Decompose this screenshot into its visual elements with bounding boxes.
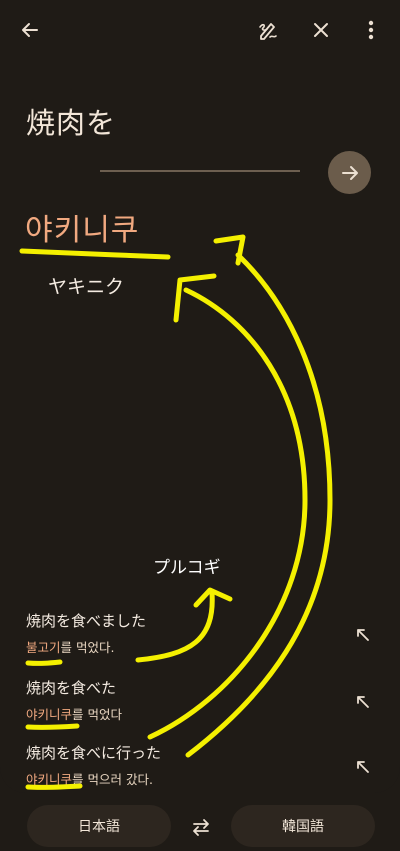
translate-go-button[interactable] bbox=[328, 151, 371, 194]
source-text[interactable]: 焼肉を bbox=[26, 100, 116, 142]
example-source: 焼肉を食べに行った bbox=[26, 744, 162, 762]
example-rest: 를 먹었다. bbox=[60, 640, 115, 655]
handwriting-button[interactable] bbox=[252, 14, 284, 46]
expand-icon bbox=[357, 761, 369, 773]
example-rest: 를 먹으러 갔다. bbox=[72, 772, 153, 787]
example-translation: 야키니쿠를 먹으러 갔다. bbox=[26, 769, 153, 788]
example-highlight: 불고기 bbox=[26, 640, 61, 655]
target-language-button[interactable]: 韓国語 bbox=[231, 805, 375, 847]
example-translation: 야키니쿠를 먹었다 bbox=[26, 704, 122, 723]
example-highlight: 야키니쿠 bbox=[26, 707, 73, 722]
example-rest: 를 먹었다 bbox=[72, 707, 122, 722]
translation-card: 焼肉を 야키니쿠 ヤキニク プルコギ 焼肉を食べました 불고기를 먹었다. 焼肉… bbox=[0, 0, 400, 793]
handwriting-icon bbox=[259, 23, 277, 40]
swap-languages-button[interactable] bbox=[186, 812, 216, 842]
handwritten-note: プルコギ bbox=[153, 558, 221, 578]
more-options-button[interactable] bbox=[355, 14, 387, 46]
arrow-left-icon bbox=[22, 23, 38, 37]
example-highlight: 야키니쿠 bbox=[26, 772, 73, 787]
example-translation: 불고기를 먹었다. bbox=[26, 637, 114, 656]
example-source: 焼肉を食べた bbox=[26, 679, 117, 697]
close-icon bbox=[314, 23, 328, 37]
use-example-button[interactable] bbox=[350, 622, 376, 648]
translate-screen: 焼肉を 야키니쿠 ヤキニク プルコギ 焼肉を食べました 불고기를 먹었다. 焼肉… bbox=[0, 0, 400, 851]
more-vert-icon bbox=[368, 20, 374, 40]
list-item[interactable]: 焼肉を食べに行った 야키니쿠를 먹으러 갔다. bbox=[26, 742, 376, 796]
list-item[interactable]: 焼肉を食べました 불고기를 먹었다. bbox=[26, 610, 376, 664]
divider bbox=[100, 170, 300, 172]
use-example-button[interactable] bbox=[350, 689, 376, 715]
source-language-button[interactable]: 日本語 bbox=[27, 805, 171, 847]
romanization-text: ヤキニク bbox=[48, 276, 125, 298]
expand-icon bbox=[357, 696, 369, 708]
expand-icon bbox=[357, 629, 369, 641]
back-button[interactable] bbox=[14, 14, 46, 46]
close-button[interactable] bbox=[305, 14, 337, 46]
arrow-right-icon bbox=[341, 165, 358, 180]
language-bar: 日本語 韓国語 bbox=[0, 797, 400, 851]
list-item[interactable]: 焼肉を食べた 야키니쿠를 먹었다 bbox=[26, 677, 376, 731]
swap-icon bbox=[193, 819, 209, 836]
use-example-button[interactable] bbox=[350, 754, 376, 780]
translation-text[interactable]: 야키니쿠 bbox=[25, 205, 139, 249]
example-source: 焼肉を食べました bbox=[26, 612, 147, 630]
